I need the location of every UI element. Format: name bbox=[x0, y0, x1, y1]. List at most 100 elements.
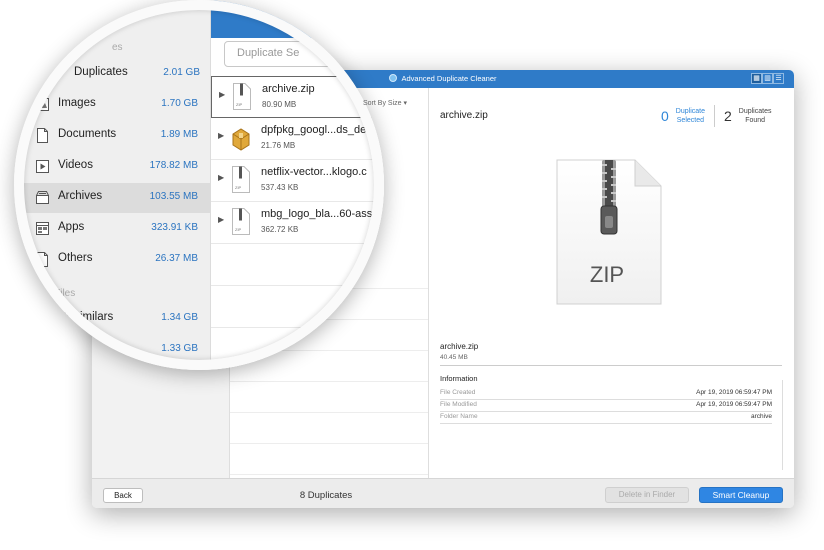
file-name: archive.zip bbox=[262, 83, 315, 95]
app-icon bbox=[36, 222, 49, 235]
title-bar-zoom bbox=[211, 0, 384, 38]
info-key: File Created bbox=[440, 389, 476, 396]
list-view-icon[interactable]: ☰ bbox=[773, 73, 784, 84]
info-value: Apr 19, 2019 06:59:47 PM bbox=[696, 389, 772, 396]
sidebar-item-size: 1.33 GB bbox=[161, 343, 198, 354]
sidebar-item-archives[interactable]: Archives 103.55 MB bbox=[14, 183, 210, 213]
sidebar-item-size: 1.34 GB bbox=[161, 312, 198, 323]
sidebar-item-size: 323.91 KB bbox=[151, 222, 198, 233]
expand-arrow-icon[interactable]: ▶ bbox=[218, 131, 224, 140]
app-logo-icon bbox=[389, 74, 398, 82]
zip-preview: ZIP bbox=[555, 158, 667, 306]
sidebar-item-label: Duplicates bbox=[74, 66, 128, 78]
list-item-netflix[interactable]: ▶ ZIP netflix-vector...klogo.c 537.43 KB… bbox=[211, 160, 384, 202]
section-heading: es bbox=[112, 42, 123, 53]
other-icon bbox=[37, 252, 48, 267]
sidebar-item-size: 1.89 MB bbox=[160, 129, 198, 140]
sidebar-item-label: Archives bbox=[58, 190, 103, 202]
sidebar-item-size: 26.37 MB bbox=[155, 253, 198, 264]
zip-preview-label: ZIP bbox=[589, 262, 625, 287]
file-name: netflix-vector...klogo.c bbox=[261, 166, 367, 178]
divider bbox=[440, 365, 782, 366]
column-view-icon[interactable]: ▥ bbox=[762, 73, 773, 84]
magnifier: es Duplicates 2.01 GB Images 1.70 GB Doc… bbox=[14, 0, 384, 370]
sidebar-item-label: ll Similars bbox=[64, 311, 114, 323]
duplicate-selected-label: Duplicate bbox=[675, 108, 705, 115]
file-size: 40.45 MB bbox=[440, 354, 468, 361]
list-row-empty bbox=[230, 382, 428, 413]
sidebar-item-all-similars[interactable]: ll Similars 1.34 GB bbox=[14, 304, 210, 334]
duplicate-selected-label-2: Selected bbox=[676, 117, 705, 124]
info-row: File Created Apr 19, 2019 06:59:47 PM bbox=[440, 388, 772, 400]
sidebar-item-videos[interactable]: Videos 178.82 MB bbox=[14, 152, 210, 182]
list-item-empty bbox=[211, 244, 384, 286]
list-item-archive[interactable]: ▶ ZIP archive.zip 80.90 MB bbox=[211, 76, 384, 118]
info-row: File Modified Apr 19, 2019 06:59:47 PM bbox=[440, 400, 772, 412]
info-value: archive bbox=[751, 413, 772, 420]
zip-file-icon: ZIP bbox=[233, 83, 251, 110]
window-title: Advanced Duplicate Cleaner bbox=[401, 74, 497, 83]
back-button[interactable]: Back bbox=[103, 488, 143, 503]
sidebar-item-size: 103.55 MB bbox=[149, 191, 198, 202]
view-toggle: ▦ ▥ ☰ bbox=[751, 73, 784, 84]
section-heading: ilar Files bbox=[38, 288, 76, 299]
sidebar-item-label: Images bbox=[58, 97, 96, 109]
sidebar-item-label: Apps bbox=[58, 221, 85, 233]
sidebar-item-size: 178.82 MB bbox=[149, 160, 198, 171]
sidebar-item-similar[interactable]: 1.33 GB bbox=[14, 335, 210, 365]
file-size: 80.90 MB bbox=[262, 100, 297, 109]
info-row: Folder Name archive bbox=[440, 412, 772, 424]
sort-label: Sort By Size bbox=[363, 100, 402, 107]
sidebar-item-size: 1.70 GB bbox=[161, 98, 198, 109]
file-size: 21.76 MB bbox=[261, 141, 296, 150]
sidebar-item-label: Documents bbox=[58, 128, 117, 140]
sidebar-item-apps[interactable]: Apps 323.91 KB bbox=[14, 214, 210, 244]
delete-in-finder-button[interactable]: Delete in Finder bbox=[605, 487, 689, 503]
sidebar-item-images[interactable]: Images 1.70 GB bbox=[14, 90, 210, 120]
file-name: dpfpkg_googl...ds_de bbox=[261, 124, 367, 136]
scrollbar[interactable] bbox=[782, 380, 783, 470]
sort-dropdown[interactable]: Sort By Size ▾ bbox=[363, 99, 407, 107]
info-key: Folder Name bbox=[440, 413, 478, 420]
duplicates-found-label: Duplicates bbox=[738, 108, 772, 115]
sidebar-item-duplicates[interactable]: Duplicates 2.01 GB bbox=[14, 59, 210, 89]
duplicates-count: 8 Duplicates bbox=[299, 490, 353, 501]
sidebar-item-label: Others bbox=[58, 252, 93, 264]
grid-view-icon[interactable]: ▦ bbox=[751, 73, 762, 84]
zip-file-icon: ZIP bbox=[232, 166, 250, 193]
search-input[interactable]: Duplicate Se bbox=[224, 41, 384, 67]
file-name: mbg_logo_bla...60-ass bbox=[261, 208, 373, 220]
detail-panel: archive.zip 0 Duplicate Selected 2 Dupli… bbox=[429, 88, 794, 478]
detail-title: archive.zip bbox=[440, 110, 488, 121]
video-icon bbox=[36, 160, 49, 173]
document-icon bbox=[37, 128, 48, 143]
sidebar-item-documents[interactable]: Documents 1.89 MB bbox=[14, 121, 210, 151]
info-value: Apr 19, 2019 06:59:47 PM bbox=[696, 401, 772, 408]
zip-file-icon: ZIP bbox=[232, 208, 250, 235]
expand-arrow-icon[interactable]: ▶ bbox=[218, 173, 224, 182]
file-size: 362.72 KB bbox=[261, 225, 299, 234]
duplicate-stats: 0 Duplicate Selected 2 Duplicates Found bbox=[661, 105, 771, 127]
duplicates-found-count: 2 bbox=[723, 108, 732, 124]
sidebar-item-size: 2.01 GB bbox=[163, 67, 200, 78]
expand-arrow-icon[interactable]: ▶ bbox=[218, 215, 224, 224]
list-item-dpfpkg[interactable]: ▶ dpfpkg_googl...ds_de 21.76 MB 0 | 2 bbox=[211, 118, 384, 160]
expand-arrow-icon[interactable]: ▶ bbox=[219, 90, 225, 99]
file-size: 537.43 KB bbox=[261, 183, 299, 192]
list-row-empty bbox=[230, 413, 428, 444]
chevron-down-icon: ▾ bbox=[403, 100, 407, 107]
package-icon bbox=[232, 128, 250, 151]
bottom-bar: Back 8 Duplicates Delete in Finder Smart… bbox=[92, 478, 794, 508]
list-item-mbg-logo[interactable]: ▶ ZIP mbg_logo_bla...60-ass 362.72 KB 0 … bbox=[211, 202, 384, 244]
sidebar-item-others[interactable]: Others 26.37 MB bbox=[14, 245, 210, 275]
image-icon bbox=[36, 98, 49, 111]
svg-text:ZIP: ZIP bbox=[235, 227, 242, 232]
sidebar-zoom: es Duplicates 2.01 GB Images 1.70 GB Doc… bbox=[14, 0, 211, 370]
archive-icon bbox=[36, 191, 49, 204]
file-name: archive.zip bbox=[440, 342, 479, 351]
list-item-empty bbox=[211, 286, 384, 328]
file-list-zoom: ▶ ZIP archive.zip 80.90 MB ▶ dpfpkg_goog… bbox=[211, 76, 384, 370]
svg-text:ZIP: ZIP bbox=[235, 185, 242, 190]
list-row-empty bbox=[230, 444, 428, 475]
smart-cleanup-button[interactable]: Smart Cleanup bbox=[699, 487, 783, 503]
